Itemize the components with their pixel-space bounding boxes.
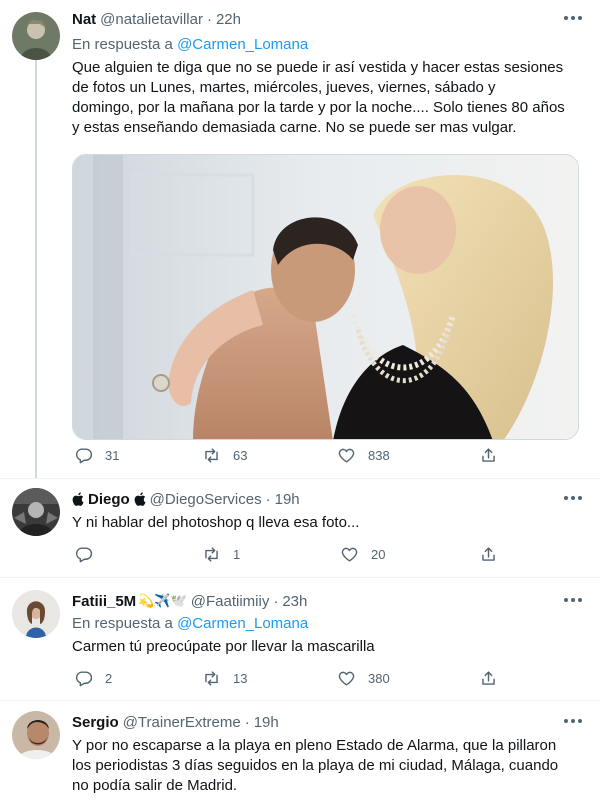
timestamp[interactable]: 19h <box>254 714 279 731</box>
username[interactable]: @DiegoServices <box>150 491 262 508</box>
display-name[interactable]: Sergio <box>72 714 119 731</box>
reply-count: 2 <box>105 670 113 686</box>
reply-prefix: En respuesta a <box>72 615 178 632</box>
tweet-header: Fatiii_5M 💫✈️🕊️ @Faatiimiiy · 23h <box>72 590 600 612</box>
more-icon[interactable] <box>564 16 582 20</box>
tweet-header: Sergio @TrainerExtreme · 19h <box>72 711 600 733</box>
separator: · <box>265 490 271 508</box>
share-icon <box>482 447 495 462</box>
timestamp[interactable]: 19h <box>275 491 300 508</box>
divider <box>0 700 600 701</box>
reply-button[interactable]: 31 <box>74 446 119 465</box>
display-name[interactable]: Nat <box>72 11 96 28</box>
tweet-text: Que alguien te diga que no se puede ir a… <box>72 59 565 136</box>
retweet-button[interactable]: 13 <box>202 669 247 688</box>
more-icon[interactable] <box>564 598 582 602</box>
reply-count: 31 <box>105 447 120 463</box>
separator: · <box>206 10 212 28</box>
like-count: 20 <box>371 546 386 562</box>
reply-button[interactable]: 2 <box>74 669 112 688</box>
like-icon <box>341 547 358 562</box>
reply-context: En respuesta a @Carmen_Lomana <box>72 36 308 53</box>
retweet-count: 13 <box>233 670 248 686</box>
tweet-fatiii[interactable]: Fatiii_5M 💫✈️🕊️ @Faatiimiiy · 23h En res… <box>0 590 600 700</box>
retweet-count: 63 <box>233 447 248 463</box>
timestamp[interactable]: 23h <box>282 593 307 610</box>
display-name[interactable]: Diego <box>88 491 130 508</box>
share-button[interactable] <box>479 446 498 465</box>
like-count: 838 <box>368 447 390 463</box>
retweet-count: 1 <box>233 546 241 562</box>
reply-button[interactable] <box>74 545 105 564</box>
share-icon <box>482 670 495 685</box>
like-button[interactable]: 20 <box>340 545 385 564</box>
reply-mention-link[interactable]: @Carmen_Lomana <box>177 36 308 53</box>
username[interactable]: @Faatiimiiy <box>191 593 270 610</box>
like-icon <box>338 671 355 686</box>
retweet-icon <box>205 447 218 463</box>
tweet-actions: 31 63 838 <box>72 445 600 465</box>
divider <box>0 577 600 578</box>
reply-context: En respuesta a @Carmen_Lomana <box>72 615 308 632</box>
like-button[interactable]: 838 <box>337 446 390 465</box>
more-icon[interactable] <box>564 719 582 723</box>
avatar[interactable] <box>12 488 60 536</box>
retweet-icon <box>205 670 218 686</box>
tweet-sergio[interactable]: Sergio @TrainerExtreme · 19h Y por no es… <box>0 711 600 804</box>
like-count: 380 <box>368 670 390 686</box>
username[interactable]: @TrainerExtreme <box>123 714 241 731</box>
reply-icon <box>75 447 93 463</box>
username[interactable]: @natalietavillar <box>100 11 203 28</box>
tweet-text: Carmen tú preocúpate por llevar la masca… <box>72 638 375 655</box>
separator: · <box>244 713 250 731</box>
tweet-nat[interactable]: Nat @natalietavillar · 22h En respuesta … <box>0 8 600 478</box>
reply-mention-link[interactable]: @Carmen_Lomana <box>177 615 308 632</box>
timestamp[interactable]: 22h <box>216 11 241 28</box>
tweet-actions: 1 20 <box>72 544 600 564</box>
apple-icon <box>134 492 146 506</box>
like-icon <box>338 448 355 463</box>
reply-prefix: En respuesta a <box>72 36 178 53</box>
tweet-header: Nat @natalietavillar · 22h <box>72 8 600 30</box>
tweet-diego[interactable]: Diego @DiegoServices · 19h Y ni hablar d… <box>0 488 600 576</box>
reply-icon <box>75 546 93 562</box>
share-button[interactable] <box>479 669 498 688</box>
separator: · <box>273 592 279 610</box>
divider <box>0 478 600 479</box>
share-button[interactable] <box>479 545 498 564</box>
tweet-text: Y por no escaparse a la playa en pleno E… <box>72 737 559 794</box>
retweet-button[interactable]: 1 <box>202 545 240 564</box>
avatar[interactable] <box>12 590 60 638</box>
reply-icon <box>75 670 93 686</box>
tweet-photo[interactable] <box>72 154 579 440</box>
tweet-text: Y ni hablar del photoshop q lleva esa fo… <box>72 514 360 531</box>
avatar[interactable] <box>12 12 60 60</box>
tweet-actions: 2 13 380 <box>72 668 600 688</box>
like-button[interactable]: 380 <box>337 669 390 688</box>
avatar[interactable] <box>12 711 60 759</box>
tweet-header: Diego @DiegoServices · 19h <box>72 488 600 510</box>
apple-icon <box>72 492 84 506</box>
share-icon <box>482 546 495 561</box>
display-name[interactable]: Fatiii_5M <box>72 593 136 610</box>
retweet-button[interactable]: 63 <box>202 446 247 465</box>
more-icon[interactable] <box>564 496 582 500</box>
retweet-icon <box>205 546 218 562</box>
name-emoji: 💫✈️🕊️ <box>138 593 187 608</box>
